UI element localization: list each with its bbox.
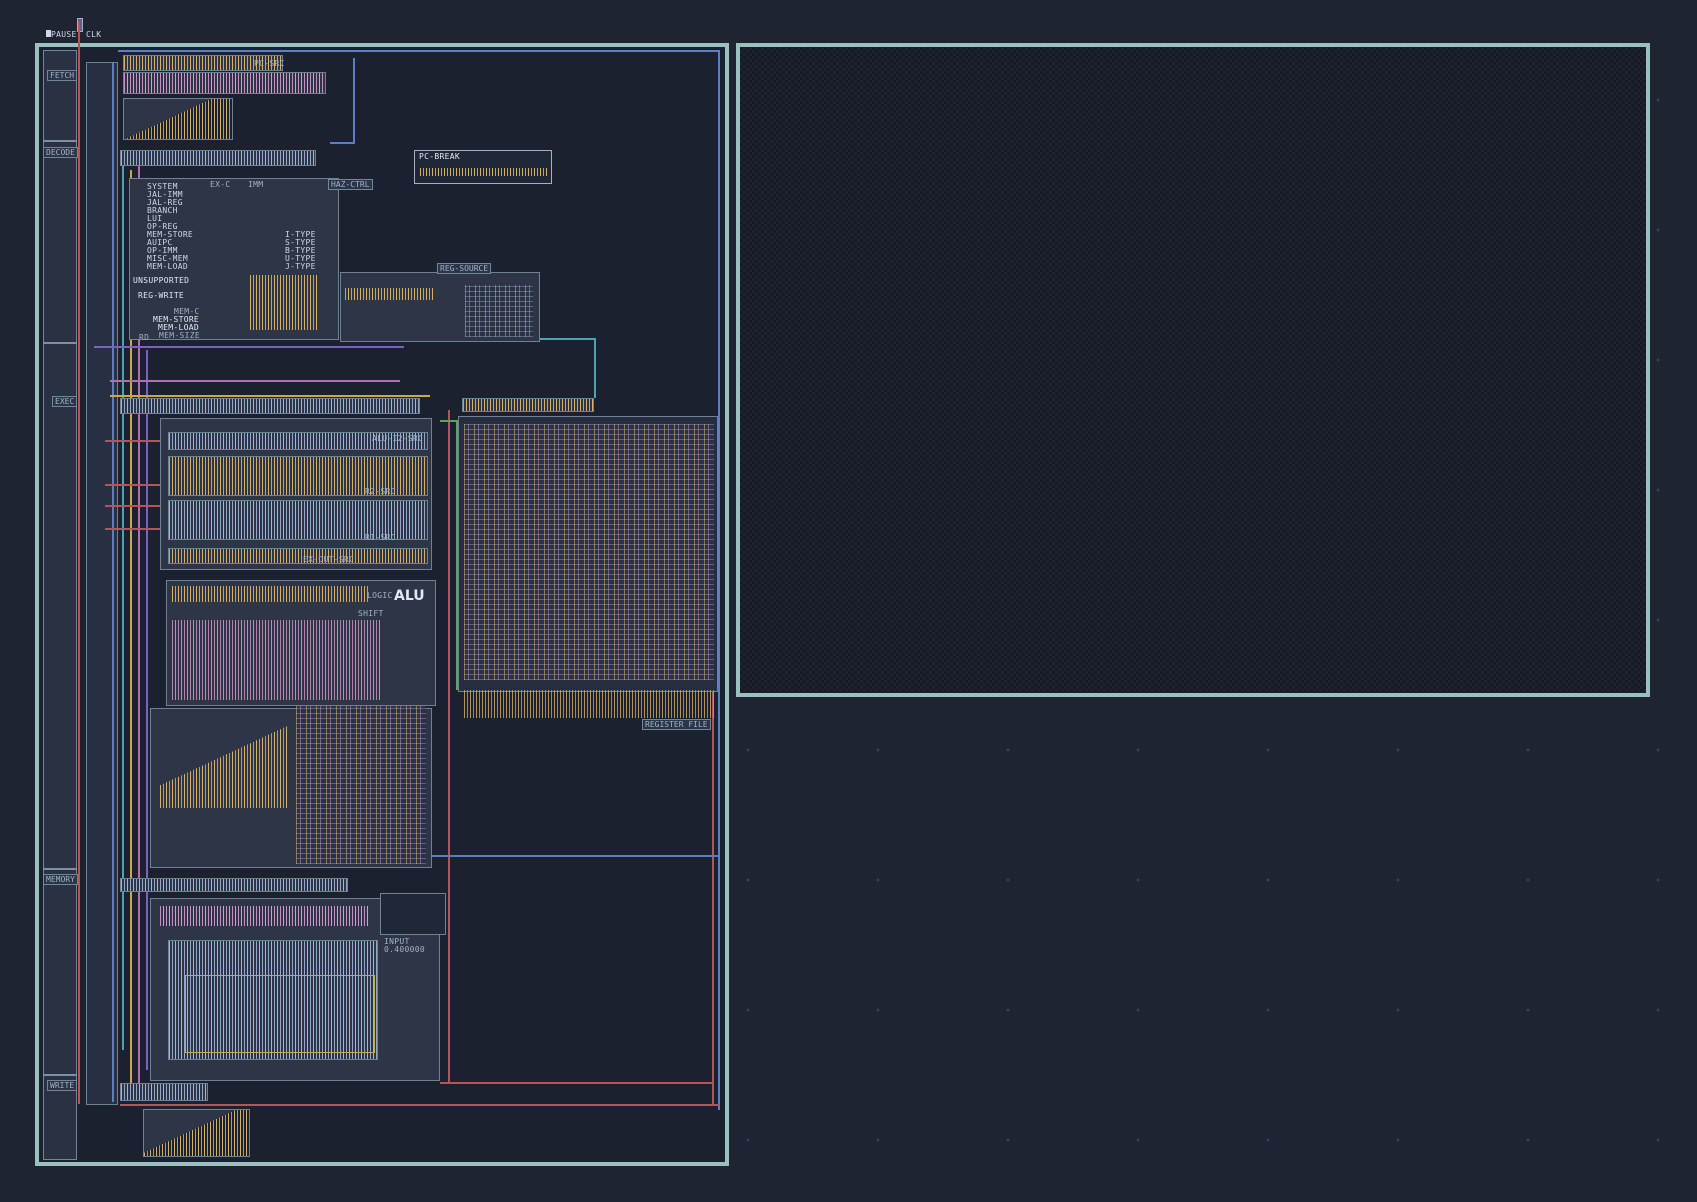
haz-ctrl-label: HAZ-CTRL: [328, 179, 373, 190]
alu-logic-unit: [172, 586, 368, 602]
register-file-cells: [464, 424, 714, 680]
wire: [105, 505, 160, 507]
ex-out-src-label: EX-OUT-SRC: [303, 555, 355, 564]
wire: [448, 410, 450, 1084]
memory-address-bus: [160, 906, 370, 926]
exec-pipeline-register: [120, 398, 420, 414]
stage-exec-label: EXEC: [52, 396, 78, 407]
register-file-outputs: [464, 690, 714, 718]
stage-divider: [43, 140, 77, 142]
multiplier-array: [160, 718, 288, 808]
r2-src-label: R2-SRC: [365, 487, 396, 496]
pc-adder: [123, 72, 326, 94]
ex-out-mux: [168, 548, 428, 564]
stage-memory-label: MEMORY: [43, 874, 78, 885]
stage-divider: [43, 1074, 77, 1076]
wire: [594, 338, 596, 398]
stage-decode-label: DECODE: [43, 147, 78, 158]
reg-write-label: REG-WRITE: [138, 291, 185, 300]
mem-size-label: MEM-SIZE: [159, 331, 200, 340]
pc-break-label: PC-BREAK: [419, 152, 460, 161]
stage-divider: [43, 868, 77, 870]
memory-store-unit: [185, 975, 375, 1053]
imm-label: IMM: [248, 180, 264, 189]
reg-source-mux: [465, 285, 533, 337]
wire: [122, 150, 124, 1050]
r1-src-label: R1-SRC: [365, 533, 396, 542]
opcode-mem-load: MEM-LOAD: [147, 262, 188, 271]
wire: [353, 58, 355, 144]
rd-label: RD: [139, 333, 150, 342]
writeback-mux: [143, 1109, 250, 1157]
type-j: J-TYPE: [285, 262, 316, 271]
wire: [78, 22, 80, 1104]
wire: [120, 1104, 720, 1106]
imm-decoder-bits: [250, 275, 318, 330]
wire: [330, 142, 355, 144]
display-screen: [736, 43, 1650, 697]
ex-c-label: EX-C: [210, 180, 231, 189]
clk-label: CLK: [86, 30, 102, 39]
wire: [110, 380, 400, 382]
stage-column: [43, 50, 77, 1160]
divider-array: [296, 706, 426, 864]
wire: [712, 690, 714, 1106]
pc-src-label: PC-SRC: [254, 59, 285, 68]
reg-source-label: REG-SOURCE: [437, 263, 492, 274]
wire: [540, 338, 596, 340]
register-file-label: REGISTER FILE: [642, 719, 711, 730]
wire: [110, 395, 430, 397]
wire: [94, 346, 404, 348]
stage-write-label: WRITE: [47, 1080, 78, 1091]
wire: [718, 50, 720, 1110]
alu-title: ALU: [394, 588, 425, 604]
logic-label: LOGIC: [367, 591, 393, 600]
decode-pipeline-register: [120, 150, 316, 166]
write-pipeline-register: [120, 1083, 208, 1101]
wire: [440, 1082, 714, 1084]
wire: [146, 350, 148, 1070]
wire: [420, 855, 720, 857]
alu-shifter: [172, 620, 382, 700]
pc-break-switches[interactable]: [420, 168, 548, 176]
memory-pipeline-register: [120, 878, 348, 892]
instruction-rom: [123, 98, 233, 140]
wire: [118, 50, 720, 52]
input-device[interactable]: [380, 893, 446, 935]
alu-i2-src-label: ALU-I2-SRC: [372, 434, 424, 443]
input-value: 0.400000: [384, 945, 425, 954]
wire: [112, 62, 114, 1102]
wire: [105, 528, 160, 530]
shift-label: SHIFT: [358, 609, 384, 618]
stage-divider: [43, 342, 77, 344]
pause-label: PAUSE: [51, 30, 77, 39]
reg-source-select: [345, 288, 435, 300]
unsupported-label: UNSUPPORTED: [133, 276, 190, 285]
wire: [105, 440, 160, 442]
wire: [105, 484, 160, 486]
stage-fetch-label: FETCH: [47, 70, 78, 81]
regfile-read-register: [462, 398, 594, 412]
